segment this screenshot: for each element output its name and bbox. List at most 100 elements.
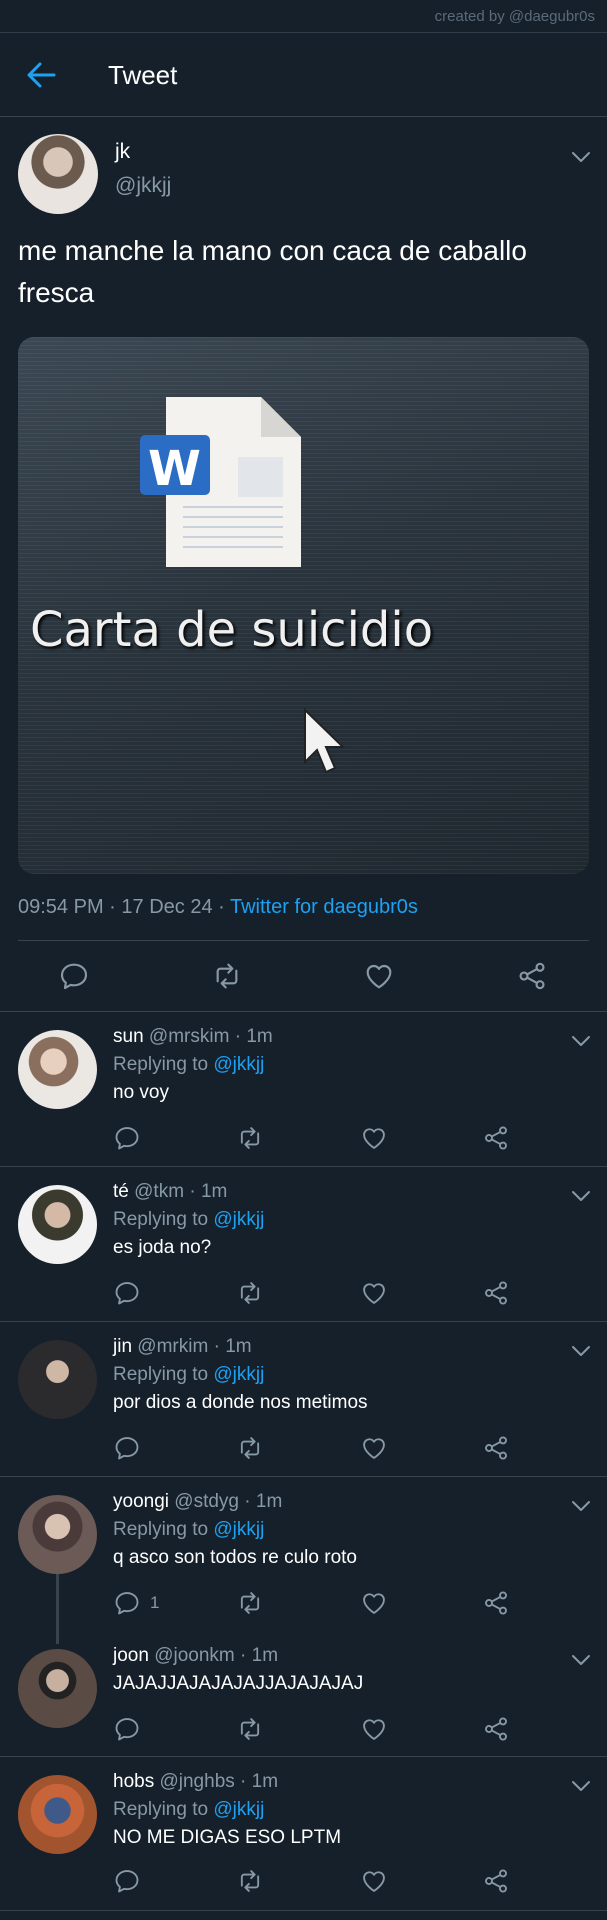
replying-to-handle[interactable]: @jkkjj xyxy=(213,1799,264,1820)
replying-to-handle[interactable]: @jkkjj xyxy=(213,1519,264,1540)
like-icon[interactable] xyxy=(360,1715,388,1743)
share-icon[interactable] xyxy=(516,960,548,992)
divider xyxy=(0,1011,607,1012)
replying-to-handle[interactable]: @jkkjj xyxy=(213,1209,264,1230)
like-icon[interactable] xyxy=(363,960,395,992)
share-icon[interactable] xyxy=(482,1124,510,1152)
meta-separator: · xyxy=(229,1026,247,1047)
share-icon[interactable] xyxy=(482,1279,510,1307)
reply-author[interactable]: té @tkm · 1m xyxy=(113,1181,227,1203)
share-icon[interactable] xyxy=(482,1715,510,1743)
retweet-icon[interactable] xyxy=(236,1434,264,1462)
replying-to: Replying to @jkkjj xyxy=(113,1209,264,1231)
avatar[interactable] xyxy=(18,1340,97,1419)
reply-time: 1m xyxy=(225,1336,252,1357)
reply-text: es joda no? xyxy=(113,1237,212,1258)
avatar[interactable] xyxy=(18,1185,97,1264)
divider xyxy=(0,1756,607,1757)
reply-count: 1 xyxy=(150,1593,160,1612)
comment-icon[interactable] xyxy=(113,1434,141,1462)
tweet-meta: 09:54 PM · 17 Dec 24 · Twitter for daegu… xyxy=(18,896,418,919)
meta-separator: · xyxy=(218,896,230,918)
avatar[interactable] xyxy=(18,1649,97,1728)
reply-time: 1m xyxy=(246,1026,273,1047)
divider xyxy=(0,1321,607,1322)
reply-handle: @stdyg xyxy=(174,1491,239,1512)
reply-text: NO ME DIGAS ESO LPTM xyxy=(113,1827,342,1848)
share-icon[interactable] xyxy=(482,1867,510,1895)
comment-icon[interactable] xyxy=(113,1279,141,1307)
chevron-down-icon[interactable] xyxy=(570,1344,592,1358)
avatar[interactable] xyxy=(18,1495,97,1574)
tweet-media[interactable]: W Carta de suicidio xyxy=(18,337,589,874)
header-bar: Tweet xyxy=(0,33,607,117)
replying-to-handle[interactable]: @jkkjj xyxy=(213,1364,264,1385)
reply-text: JAJAJJAJAJAJAJJAJAJAJAJ xyxy=(113,1673,364,1694)
author-name[interactable]: jk xyxy=(115,140,130,164)
meta-separator: · xyxy=(234,1771,252,1792)
chevron-down-icon[interactable] xyxy=(570,150,592,164)
chevron-down-icon[interactable] xyxy=(570,1653,592,1667)
author-handle[interactable]: @jkkjj xyxy=(115,174,171,198)
mouse-cursor-icon xyxy=(304,707,346,774)
replying-label: Replying to xyxy=(113,1054,209,1075)
comment-icon[interactable] xyxy=(58,960,90,992)
divider xyxy=(18,940,589,941)
comment-icon[interactable] xyxy=(113,1589,141,1617)
svg-text:W: W xyxy=(148,441,201,497)
comment-icon[interactable] xyxy=(113,1867,141,1895)
reply-handle: @joonkm xyxy=(154,1645,235,1666)
retweet-icon[interactable] xyxy=(211,960,243,992)
share-icon[interactable] xyxy=(482,1434,510,1462)
chevron-down-icon[interactable] xyxy=(570,1034,592,1048)
chevron-down-icon[interactable] xyxy=(570,1779,592,1793)
creator-credit: created by @daegubr0s xyxy=(434,8,595,25)
retweet-icon[interactable] xyxy=(236,1589,264,1617)
thread-connector xyxy=(56,1574,59,1644)
divider xyxy=(0,1910,607,1911)
like-icon[interactable] xyxy=(360,1589,388,1617)
reply-text: por dios a donde nos metimos xyxy=(113,1392,368,1413)
reply-author[interactable]: joon @joonkm · 1m xyxy=(113,1645,278,1667)
retweet-icon[interactable] xyxy=(236,1867,264,1895)
replying-label: Replying to xyxy=(113,1519,209,1540)
meta-separator: · xyxy=(234,1645,252,1666)
avatar[interactable] xyxy=(18,134,98,214)
reply-author[interactable]: yoongi @stdyg · 1m xyxy=(113,1491,282,1513)
like-icon[interactable] xyxy=(360,1434,388,1462)
reply-name: hobs xyxy=(113,1771,155,1792)
tweet-date: 17 Dec 24 xyxy=(121,896,213,918)
like-icon[interactable] xyxy=(360,1124,388,1152)
reply-name: yoongi xyxy=(113,1491,169,1512)
reply-author[interactable]: sun @mrskim · 1m xyxy=(113,1026,273,1048)
back-arrow-icon[interactable] xyxy=(26,61,56,89)
divider xyxy=(0,1166,607,1167)
like-icon[interactable] xyxy=(360,1867,388,1895)
divider xyxy=(0,1476,607,1477)
avatar[interactable] xyxy=(18,1775,97,1854)
reply-name: jin xyxy=(113,1336,133,1357)
replying-to: Replying to @jkkjj xyxy=(113,1519,264,1541)
reply-time: 1m xyxy=(255,1491,283,1512)
tweet-time: 09:54 PM xyxy=(18,896,104,918)
chevron-down-icon[interactable] xyxy=(570,1499,592,1513)
replying-to: Replying to @jkkjj xyxy=(113,1364,264,1386)
reply-author[interactable]: hobs @jnghbs · 1m xyxy=(113,1771,278,1793)
retweet-icon[interactable] xyxy=(236,1715,264,1743)
like-icon[interactable] xyxy=(360,1279,388,1307)
reply-time: 1m xyxy=(251,1771,279,1792)
reply-handle: @mrskim xyxy=(148,1026,230,1047)
share-icon[interactable] xyxy=(482,1589,510,1617)
comment-icon[interactable] xyxy=(113,1124,141,1152)
reply-handle: @mrkim xyxy=(137,1336,209,1357)
retweet-icon[interactable] xyxy=(236,1279,264,1307)
chevron-down-icon[interactable] xyxy=(570,1189,592,1203)
replying-to-handle[interactable]: @jkkjj xyxy=(213,1054,264,1075)
retweet-icon[interactable] xyxy=(236,1124,264,1152)
replying-to: Replying to @jkkjj xyxy=(113,1054,264,1076)
avatar[interactable] xyxy=(18,1030,97,1109)
comment-icon[interactable] xyxy=(113,1715,141,1743)
reply-name: sun xyxy=(113,1026,144,1047)
tweet-source[interactable]: Twitter for daegubr0s xyxy=(230,896,418,918)
reply-author[interactable]: jin @mrkim · 1m xyxy=(113,1336,252,1358)
